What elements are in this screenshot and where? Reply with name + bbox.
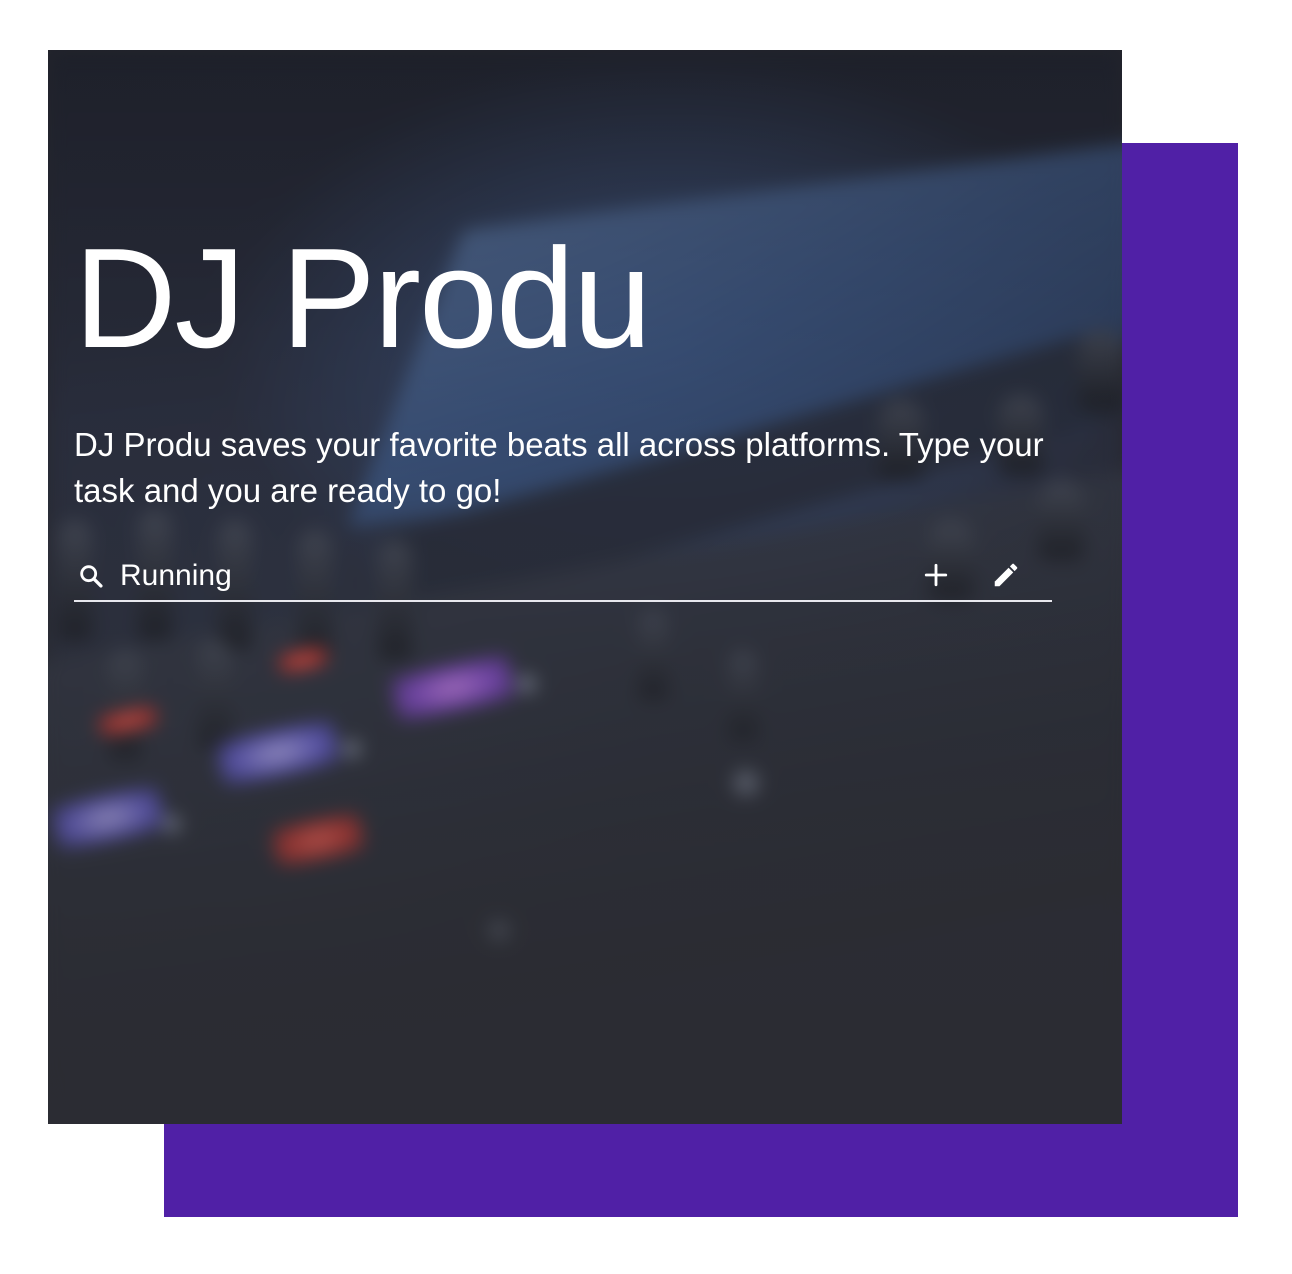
task-input[interactable]	[120, 554, 914, 598]
task-input-bar	[74, 552, 1052, 602]
hero-stage: DJ Produ DJ Produ saves your favorite be…	[0, 0, 1292, 1274]
app-description: DJ Produ saves your favorite beats all a…	[74, 426, 1044, 509]
hero-card: DJ Produ DJ Produ saves your favorite be…	[48, 50, 1122, 1124]
plus-icon	[923, 562, 949, 591]
app-title: DJ Produ	[74, 219, 652, 378]
add-task-button[interactable]	[914, 554, 958, 598]
edit-task-button[interactable]	[984, 554, 1028, 598]
pencil-icon	[991, 560, 1021, 593]
search-icon	[76, 561, 106, 591]
